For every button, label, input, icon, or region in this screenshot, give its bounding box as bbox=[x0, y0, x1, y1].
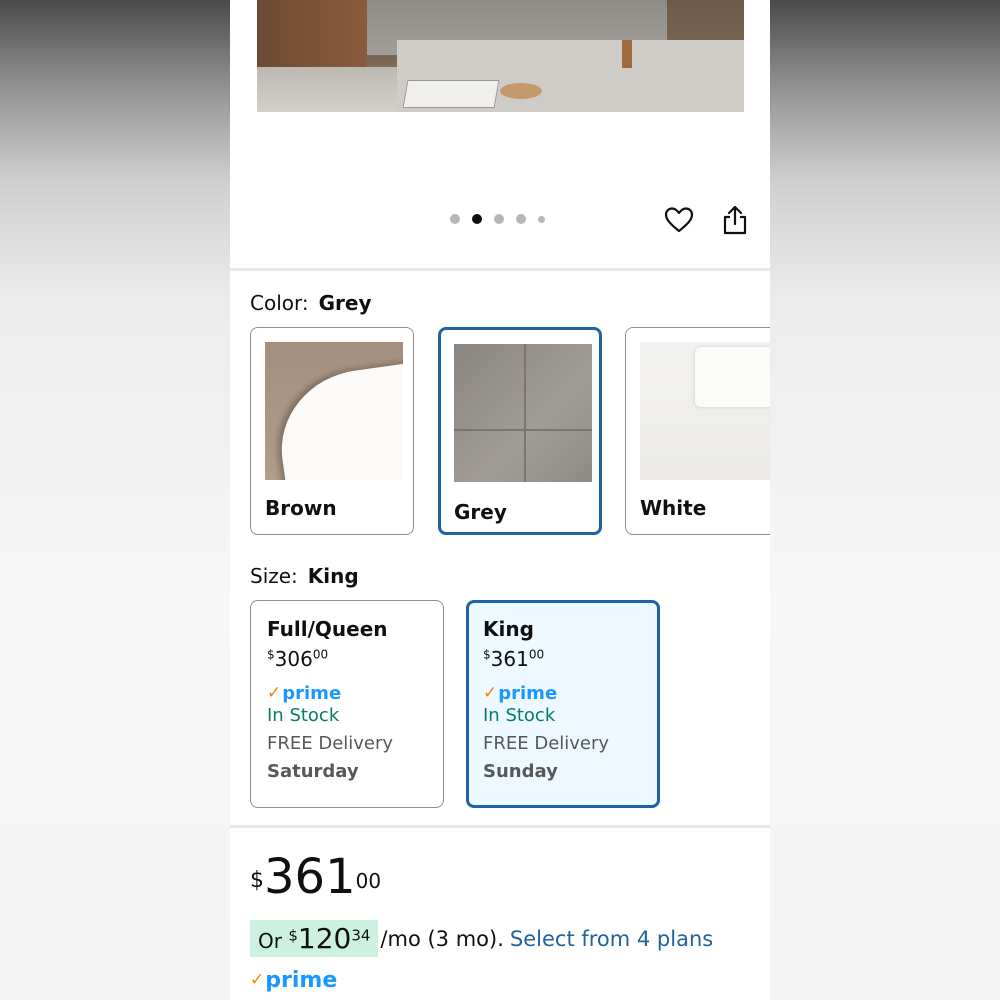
background-left bbox=[0, 0, 230, 1000]
select-plans-link[interactable]: Select from 4 plans bbox=[510, 927, 713, 951]
image-plate bbox=[500, 83, 542, 99]
installment-row: Or $12034 /mo (3 mo). Select from 4 plan… bbox=[250, 920, 713, 957]
image-bed-leg bbox=[622, 40, 632, 68]
image-book bbox=[402, 80, 500, 108]
grey-swatch-image bbox=[454, 344, 592, 482]
carousel-dot[interactable] bbox=[450, 214, 460, 224]
size-option-king[interactable]: King $36100 ✓ prime In Stock FREE Deliver… bbox=[466, 600, 660, 808]
size-label-row: Size: King bbox=[250, 564, 359, 588]
color-option-label: Brown bbox=[265, 496, 337, 520]
delivery-text: FREE Delivery bbox=[267, 733, 394, 754]
installment-price: Or $12034 bbox=[250, 920, 379, 957]
delivery-text: FREE Delivery bbox=[483, 733, 610, 754]
color-option-brown[interactable]: Brown bbox=[250, 327, 414, 535]
product-page: Color: Grey Brown Grey White Size: King Fu… bbox=[230, 0, 770, 1000]
size-option-name: Full/Queen bbox=[267, 617, 388, 641]
size-option-price: $36100 bbox=[483, 647, 545, 671]
selected-size: King bbox=[307, 564, 359, 588]
brown-swatch-image bbox=[265, 342, 403, 480]
prime-badge: ✓ prime bbox=[483, 682, 558, 704]
carousel-dots bbox=[450, 214, 545, 224]
main-price: $36100 bbox=[250, 849, 382, 905]
prime-check-icon: ✓ bbox=[267, 683, 282, 703]
delivery-day: Sunday bbox=[483, 761, 558, 782]
size-option-full-queen[interactable]: Full/Queen $30600 ✓ prime In Stock FREE D… bbox=[250, 600, 444, 808]
white-swatch-image bbox=[640, 342, 770, 480]
stock-status: In Stock bbox=[483, 705, 556, 726]
carousel-dot[interactable] bbox=[494, 214, 504, 224]
color-label: Color: bbox=[250, 291, 309, 315]
section-divider bbox=[230, 268, 770, 271]
selected-color: Grey bbox=[318, 291, 372, 315]
installment-suffix: /mo (3 mo). bbox=[380, 926, 504, 951]
color-option-label: Grey bbox=[454, 500, 507, 524]
product-image[interactable] bbox=[257, 0, 744, 112]
section-divider bbox=[230, 825, 770, 828]
carousel-dot[interactable] bbox=[538, 215, 545, 223]
favorite-button[interactable] bbox=[663, 204, 695, 236]
heart-icon bbox=[664, 207, 694, 233]
delivery-day: Saturday bbox=[267, 761, 359, 782]
size-label: Size: bbox=[250, 564, 298, 588]
color-label-row: Color: Grey bbox=[250, 291, 372, 315]
prime-badge: ✓ prime bbox=[267, 682, 342, 704]
size-option-price: $30600 bbox=[267, 647, 329, 671]
stock-status: In Stock bbox=[267, 705, 340, 726]
carousel-dot[interactable] bbox=[516, 214, 526, 224]
share-button[interactable] bbox=[720, 204, 750, 236]
prime-badge-bottom: ✓ prime bbox=[250, 967, 338, 993]
background-right bbox=[770, 0, 1000, 1000]
color-option-label: White bbox=[640, 496, 707, 520]
prime-check-icon: ✓ bbox=[483, 683, 498, 703]
prime-check-icon: ✓ bbox=[250, 970, 265, 990]
carousel-dot-active[interactable] bbox=[472, 214, 482, 224]
color-option-white[interactable]: White bbox=[625, 327, 770, 535]
color-option-grey[interactable]: Grey bbox=[438, 327, 602, 535]
size-option-name: King bbox=[483, 617, 534, 641]
share-icon bbox=[723, 205, 747, 235]
